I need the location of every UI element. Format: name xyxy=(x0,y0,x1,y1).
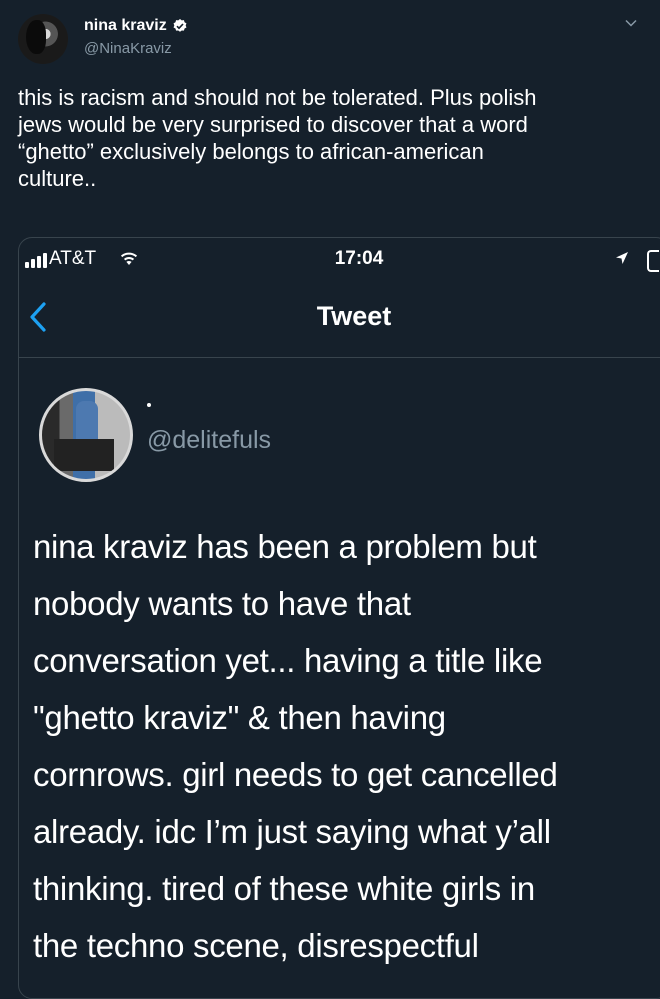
verified-badge-icon xyxy=(173,19,187,32)
embedded-avatar xyxy=(39,388,133,482)
embedded-author-name xyxy=(147,403,151,407)
author-handle[interactable]: @NinaKraviz xyxy=(84,40,172,57)
nav-bar: Tweet xyxy=(19,280,660,358)
avatar[interactable] xyxy=(18,14,68,64)
tweet-text: this is racism and should not be tolerat… xyxy=(18,85,537,191)
battery-icon xyxy=(647,250,659,272)
embedded-author-handle: @delitefuls xyxy=(147,426,272,454)
author-name-row: nina kraviz xyxy=(84,17,188,35)
page-title: Tweet xyxy=(316,301,392,331)
tweet-header: nina kraviz @NinaKraviz xyxy=(18,14,648,66)
embedded-tweet-text: nina kraviz has been a problem but nobod… xyxy=(33,528,558,964)
chevron-down-icon[interactable] xyxy=(624,16,638,30)
display-name[interactable]: nina kraviz xyxy=(84,17,167,35)
embedded-screenshot: AT&T 17:04 Tweet @delitefuls nina kraviz… xyxy=(18,237,660,999)
status-time: 17:04 xyxy=(334,248,384,269)
location-arrow-icon xyxy=(616,252,628,264)
status-bar: AT&T 17:04 xyxy=(19,238,660,280)
